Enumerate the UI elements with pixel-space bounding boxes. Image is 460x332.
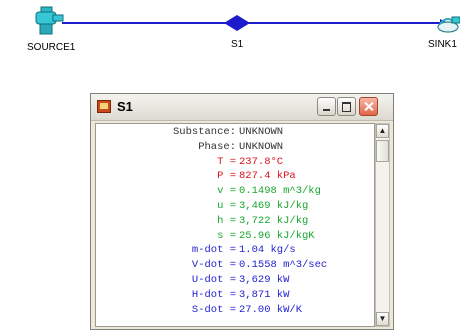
property-label: T =	[217, 155, 236, 168]
property-label: H-dot =	[191, 288, 236, 301]
stream-label: S1	[231, 39, 244, 50]
property-row: Phase: UNKNOWN	[96, 140, 374, 153]
property-value: 237.8°C	[239, 155, 284, 168]
property-value: 3,629 kW	[239, 274, 290, 286]
scroll-thumb[interactable]	[376, 140, 389, 162]
property-value: 0.1498 m^3/kg	[239, 185, 321, 198]
close-icon[interactable]	[359, 97, 378, 116]
maximize-icon[interactable]	[337, 97, 356, 116]
property-value: 3,722 kJ/kg	[239, 214, 309, 227]
property-row: S-dot = 27.00 kW/K	[96, 303, 374, 316]
property-label: Substance:	[172, 126, 236, 138]
property-label: Phase:	[198, 140, 236, 153]
property-row: T = 237.8°C	[96, 155, 374, 168]
property-value: UNKNOWN	[239, 140, 284, 153]
property-row: H-dot = 3,871 kW	[96, 288, 374, 301]
faucet-icon[interactable]	[35, 6, 64, 35]
property-row: V-dot = 0.1558 m^3/sec	[96, 259, 374, 272]
property-value: 27.00 kW/K	[239, 303, 303, 316]
window-titlebar[interactable]: S1	[91, 94, 393, 121]
vertical-scrollbar[interactable]: ▲ ▼	[375, 123, 390, 327]
sink-label: SINK1	[428, 39, 457, 50]
source-label: SOURCE1	[27, 42, 76, 53]
property-label: P =	[217, 170, 236, 183]
window-title: S1	[117, 99, 133, 114]
property-row: P = 827.4 kPa	[96, 170, 374, 183]
property-label: U-dot =	[191, 274, 236, 286]
property-label: m-dot =	[191, 244, 236, 257]
property-value: 0.1558 m^3/sec	[239, 259, 328, 272]
scroll-down-button[interactable]: ▼	[376, 312, 389, 326]
property-label: v =	[217, 185, 236, 198]
scroll-up-button[interactable]: ▲	[376, 124, 389, 138]
property-row: m-dot = 1.04 kg/s	[96, 244, 374, 257]
property-row: s = 25.96 kJ/kgK	[96, 229, 374, 242]
property-value: 25.96 kJ/kgK	[239, 229, 315, 242]
app-icon	[97, 100, 111, 113]
property-row: h = 3,722 kJ/kg	[96, 214, 374, 227]
drain-icon[interactable]	[437, 16, 460, 33]
property-row: v = 0.1498 m^3/kg	[96, 185, 374, 198]
property-row: Substance: UNKNOWN	[96, 126, 374, 138]
stream-node-diamond[interactable]	[224, 15, 250, 31]
property-value: 3,469 kJ/kg	[239, 200, 309, 212]
property-label: V-dot =	[191, 259, 236, 272]
property-label: S-dot =	[191, 303, 236, 316]
property-row: U-dot = 3,629 kW	[96, 274, 374, 286]
property-value: 827.4 kPa	[239, 170, 296, 183]
property-value: UNKNOWN	[239, 126, 284, 138]
property-label: h =	[217, 214, 236, 227]
stream-properties-window: S1 Substance: UNKNOWN Phase: UNKNOWN T = 237.…	[90, 93, 394, 330]
property-label: u =	[217, 200, 236, 212]
minimize-icon[interactable]	[317, 97, 336, 116]
property-label: s =	[217, 229, 236, 242]
property-value: 3,871 kW	[239, 288, 290, 301]
property-row: u = 3,469 kJ/kg	[96, 200, 374, 212]
properties-panel: Substance: UNKNOWN Phase: UNKNOWN T = 237.8°C…	[95, 123, 375, 327]
property-value: 1.04 kg/s	[239, 244, 296, 257]
